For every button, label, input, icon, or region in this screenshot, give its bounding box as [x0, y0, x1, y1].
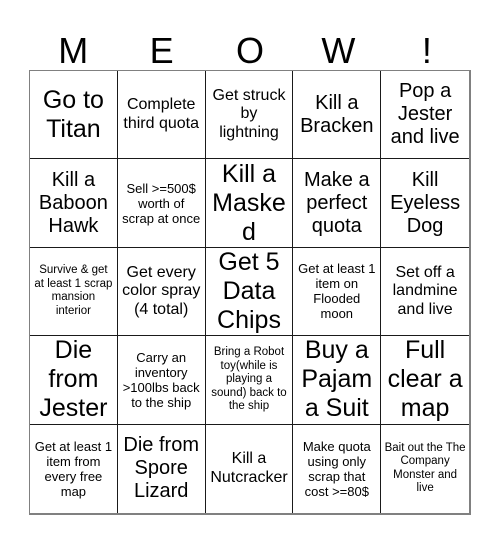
bingo-cell[interactable]: Get at least 1 item from every free map — [30, 424, 118, 513]
bingo-cell[interactable]: Pop a Jester and live — [381, 71, 469, 160]
bingo-cell[interactable]: Kill a Masked — [205, 159, 294, 248]
bingo-cell-label: Pop a Jester and live — [390, 80, 460, 149]
bingo-cell-label: Bring a Robot toy(while is playing a sou… — [211, 346, 287, 413]
bingo-cell-label: Sell >=500$ worth of scrap at once — [122, 180, 201, 226]
bingo-cell[interactable]: Go to Titan — [30, 71, 118, 160]
bingo-cell-label: Complete third quota — [123, 96, 199, 132]
bingo-cell-label: Die from Spore Lizard — [123, 434, 199, 503]
bingo-grid: Go to Titan Complete third quota Get struc… — [29, 70, 471, 515]
bingo-cell-label: Go to Titan — [42, 85, 104, 143]
bingo-cell-label: Get struck by lightning — [212, 86, 286, 141]
bingo-cell-label: Get every color spray (4 total) — [122, 263, 201, 318]
bingo-cell-label: Kill a Bracken — [300, 91, 374, 137]
bingo-cell[interactable]: Kill a Nutcracker — [205, 424, 294, 513]
bingo-header-letter-4: ! — [421, 30, 432, 71]
bingo-cell[interactable]: Kill Eyeless Dog — [381, 159, 469, 248]
bingo-cell-label: Get at least 1 item on Flooded moon — [298, 261, 376, 322]
bingo-cell-label: Kill a Nutcracker — [210, 450, 288, 486]
bingo-cell[interactable]: Kill a Bracken — [293, 71, 382, 160]
bingo-header-letter-3: W — [321, 30, 356, 71]
bingo-cell-label: Survive & get at least 1 scrap mansion i… — [34, 264, 113, 317]
bingo-cell-label: Get 5 Data Chips — [217, 248, 281, 334]
bingo-cell[interactable]: Get 5 Data Chips — [205, 247, 294, 337]
bingo-header-letter-2: O — [236, 30, 265, 71]
bingo-cell-label: Get at least 1 item from every free map — [34, 438, 113, 499]
bingo-cell-label: Make quota using only scrap that cost >=… — [302, 438, 371, 499]
bingo-cell[interactable]: Carry an inventory >100lbs back to the s… — [117, 336, 206, 425]
bingo-cell[interactable]: Die from Jester — [30, 336, 118, 425]
bingo-cell[interactable]: Survive & get at least 1 scrap mansion i… — [30, 247, 118, 337]
bingo-cell-label: Buy a Pajama Suit — [301, 336, 373, 423]
bingo-cell[interactable]: Make quota using only scrap that cost >=… — [293, 424, 382, 513]
bingo-cell-label: Carry an inventory >100lbs back to the s… — [122, 349, 200, 410]
bingo-cell[interactable]: Die from Spore Lizard — [117, 424, 206, 513]
bingo-cell-label: Kill Eyeless Dog — [390, 168, 461, 237]
bingo-cell[interactable]: Get at least 1 item on Flooded moon — [293, 247, 382, 337]
bingo-cell-label: Kill a Masked — [212, 159, 286, 246]
bingo-cell[interactable]: Bring a Robot toy(while is playing a sou… — [205, 336, 294, 425]
bingo-header-letter-1: E — [149, 30, 174, 71]
bingo-cell[interactable]: Get struck by lightning — [205, 71, 294, 160]
bingo-card: M E O W! Go to Titan Complete third quota Get… — [0, 0, 500, 544]
bingo-header-letter-0: M — [58, 30, 89, 71]
bingo-cell-label: Make a perfect quota — [303, 168, 370, 237]
bingo-cell[interactable]: Kill a Baboon Hawk — [30, 159, 118, 248]
bingo-cell-label: Full clear a map — [387, 336, 463, 423]
bingo-cell-label: Kill a Baboon Hawk — [38, 168, 108, 237]
bingo-cell-label: Die from Jester — [39, 336, 108, 423]
bingo-cell[interactable]: Make a perfect quota — [293, 159, 382, 248]
bingo-cell[interactable]: Full clear a map — [381, 336, 469, 425]
bingo-cell-label: Bait out the The Company Monster and liv… — [384, 441, 466, 495]
bingo-cell[interactable]: Complete third quota — [117, 71, 206, 160]
bingo-cell[interactable]: Get every color spray (4 total) — [117, 247, 206, 337]
bingo-header-row: M E O W! — [29, 22, 471, 70]
bingo-cell[interactable]: Bait out the The Company Monster and liv… — [381, 424, 469, 513]
bingo-cell[interactable]: Set off a landmine and live — [381, 247, 469, 337]
bingo-cell[interactable]: Buy a Pajama Suit — [293, 336, 382, 425]
bingo-cell[interactable]: Sell >=500$ worth of scrap at once — [117, 159, 206, 248]
bingo-cell-label: Set off a landmine and live — [392, 263, 458, 318]
